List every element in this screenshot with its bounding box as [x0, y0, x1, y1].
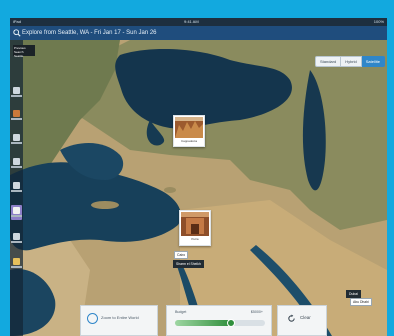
status-bar: iPad 9:41 AM 100% [10, 18, 387, 26]
status-battery: 100% [373, 19, 384, 24]
category-sidebar [10, 40, 23, 336]
search-header[interactable]: Explore from Seattle, WA - Fri Jan 17 - … [10, 26, 387, 40]
zoom-world-button[interactable]: Zoom to Entire World [80, 305, 158, 336]
destination-photo [175, 117, 203, 138]
budget-panel: Budget $5000+ [166, 305, 272, 336]
mountain-icon [13, 233, 20, 240]
sidebar-item-hotels[interactable] [11, 132, 22, 147]
status-time: 9:41 AM [184, 19, 199, 24]
beach-icon [13, 207, 20, 214]
destination-chip[interactable]: Dubai [346, 290, 361, 298]
destination-pin[interactable]: Cappadocia [173, 115, 205, 147]
budget-slider-fill [175, 320, 231, 326]
list-icon [13, 182, 20, 189]
plane-icon [13, 87, 20, 94]
hiker-icon [13, 258, 20, 265]
sidebar-item-people[interactable] [11, 156, 22, 171]
destination-chip[interactable]: Cairo [174, 251, 189, 259]
zoom-label: Zoom to Entire World [101, 315, 139, 320]
origin-marker[interactable]: Previous Search Seattle [13, 45, 35, 58]
map-type-satellite[interactable]: Satellite [361, 56, 385, 67]
hotel-icon [13, 134, 20, 141]
destination-caption: Petra [191, 237, 199, 241]
destination-chip[interactable]: Abu Dhabi [350, 298, 372, 306]
device-frame: iPad 9:41 AM 100% Explore from Seattle, … [0, 0, 394, 336]
sidebar-item-beach[interactable] [11, 205, 22, 220]
sidebar-item-flights[interactable] [11, 85, 22, 100]
destination-chip[interactable]: Sharm el Sheikh [173, 260, 204, 268]
search-title: Explore from Seattle, WA - Fri Jan 17 - … [22, 30, 157, 36]
app-screen: iPad 9:41 AM 100% Explore from Seattle, … [10, 18, 387, 336]
sidebar-item-mountains[interactable] [11, 231, 22, 246]
sidebar-item-hiking[interactable] [11, 256, 22, 271]
search-icon[interactable] [13, 29, 21, 37]
budget-slider-handle[interactable] [226, 319, 235, 327]
map-type-control: Standard Hybrid Satellite [314, 56, 385, 67]
heart-icon [13, 110, 20, 117]
refresh-icon [288, 314, 295, 322]
check-circle-icon [87, 313, 98, 324]
sidebar-item-favorites[interactable] [11, 108, 22, 123]
satellite-map[interactable] [10, 40, 387, 336]
sidebar-item-list[interactable] [11, 180, 22, 195]
map-type-standard[interactable]: Standard [314, 56, 342, 67]
budget-label: Budget [175, 310, 187, 314]
status-left: iPad [13, 19, 22, 24]
origin-line1: Previous Search [14, 46, 26, 54]
map-view[interactable] [10, 40, 387, 336]
origin-line2: Seattle [14, 54, 24, 58]
destination-photo [181, 212, 209, 236]
clear-button[interactable]: Clear [277, 305, 327, 336]
budget-slider[interactable] [175, 319, 265, 327]
clear-label: Clear [300, 315, 311, 320]
destination-pin[interactable]: Petra [179, 210, 211, 246]
budget-amount: $5000+ [250, 310, 263, 314]
person-icon [13, 158, 20, 165]
destination-caption: Cappadocia [180, 139, 197, 143]
map-type-hybrid[interactable]: Hybrid [341, 56, 362, 67]
